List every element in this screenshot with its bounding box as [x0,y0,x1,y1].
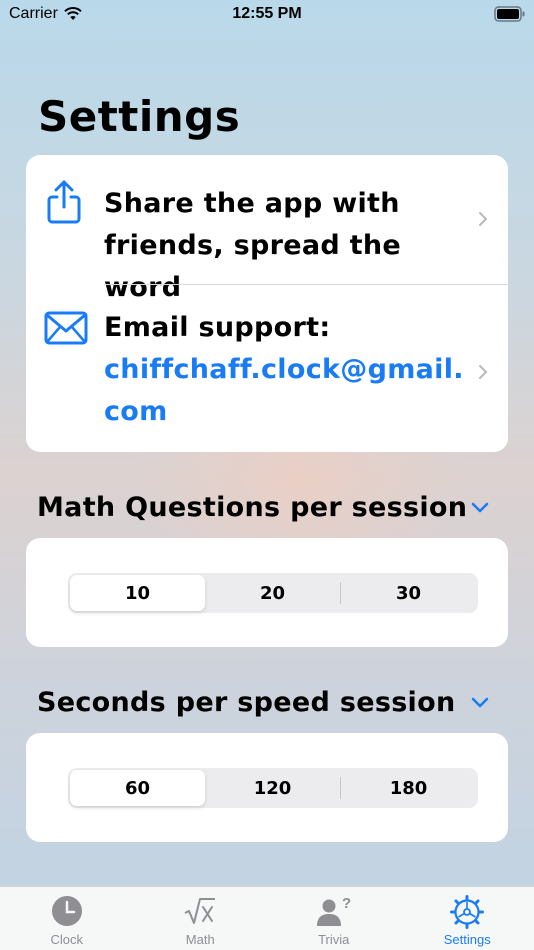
square-root-icon [184,898,216,924]
math-questions-card: 10 20 30 [26,538,508,647]
tab-trivia[interactable]: ? Trivia [267,887,401,950]
math-questions-title: Math Questions per session [37,492,468,523]
tab-clock[interactable]: Clock [0,887,134,950]
svg-text:?: ? [342,895,351,912]
chevron-down-icon[interactable] [470,500,490,514]
share-icon [47,180,81,224]
segment-option[interactable]: 120 [205,770,340,806]
page-title: Settings [38,92,241,141]
gear-icon [450,895,485,929]
email-support-row[interactable]: Email support: chiffchaff.clock@gmail.co… [26,285,508,452]
speed-seconds-title: Seconds per speed session [37,687,456,718]
segment-option[interactable]: 60 [70,770,205,806]
speed-seconds-card: 60 120 180 [26,733,508,842]
tab-label: Math [185,932,215,947]
tab-label: Clock [50,932,83,947]
status-bar: Carrier 12:55 PM [0,0,534,30]
envelope-icon [44,311,88,345]
segment-option[interactable]: 30 [341,575,476,611]
person-question-icon: ? [316,895,351,926]
chevron-down-icon[interactable] [470,695,490,709]
battery-icon [494,6,525,22]
math-questions-segmented-control: 10 20 30 [68,573,478,613]
segment-option[interactable]: 10 [70,575,205,611]
speed-seconds-segmented-control: 60 120 180 [68,768,478,808]
tab-math[interactable]: Math [134,887,268,950]
tab-bar: Clock Math ? Trivia Settings [0,886,534,950]
chevron-right-icon [479,365,488,379]
segment-option[interactable]: 180 [341,770,476,806]
chevron-right-icon [479,212,488,226]
segment-option[interactable]: 20 [205,575,340,611]
clock-icon [51,896,82,926]
email-support-label: Email support: [104,312,331,343]
tab-settings[interactable]: Settings [401,887,534,950]
email-support-text: Email support: chiffchaff.clock@gmail.co… [104,307,474,433]
share-app-row[interactable]: Share the app with friends, spread the w… [26,155,508,303]
status-time: 12:55 PM [232,5,302,22]
tab-label: Trivia [318,932,350,947]
links-card: Share the app with friends, spread the w… [26,155,508,452]
support-email-link[interactable]: chiffchaff.clock@gmail.com [104,349,474,433]
tab-label: Settings [443,932,491,947]
